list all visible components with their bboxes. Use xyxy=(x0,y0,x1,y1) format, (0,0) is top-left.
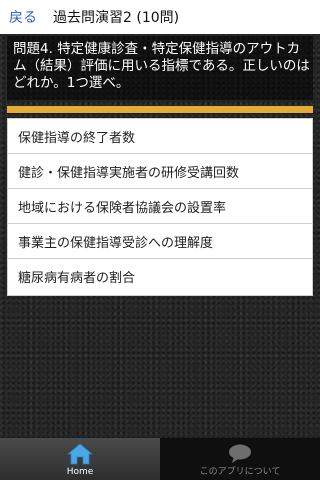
home-icon xyxy=(67,443,93,465)
nav-home-label: Home xyxy=(66,467,94,477)
answer-option-5[interactable]: 糖尿病有病者の割合 xyxy=(8,259,312,294)
back-button[interactable]: 戻る xyxy=(0,7,49,27)
answer-option-3[interactable]: 地域における保険者協議会の設置率 xyxy=(8,189,312,224)
question-text: 問題4. 特定健康診査・特定保健指導のアウトカム（結果）評価に用いる指標である。… xyxy=(13,41,310,91)
nav-about-tab[interactable]: このアプリについて xyxy=(160,438,320,480)
bottom-nav: Home このアプリについて xyxy=(0,438,320,480)
answer-option-1[interactable]: 保健指導の終了者数 xyxy=(8,119,312,154)
nav-about-label: このアプリについて xyxy=(199,467,281,477)
question-panel: 問題4. 特定健康診査・特定保健指導のアウトカム（結果）評価に用いる指標である。… xyxy=(7,36,313,100)
page-title: 過去問演習2 (10問) xyxy=(53,10,180,26)
nav-home-tab[interactable]: Home xyxy=(0,438,160,480)
header-bar: 戻る 過去問演習2 (10問) xyxy=(0,0,320,34)
answer-option-2[interactable]: 健診・保健指導実施者の研修受講回数 xyxy=(8,154,312,189)
answer-option-4[interactable]: 事業主の保健指導受診への理解度 xyxy=(8,224,312,259)
speech-bubble-icon xyxy=(229,444,251,463)
accent-divider xyxy=(7,106,313,113)
answer-list: 保健指導の終了者数 健診・保健指導実施者の研修受講回数 地域における保険者協議会… xyxy=(7,118,313,296)
